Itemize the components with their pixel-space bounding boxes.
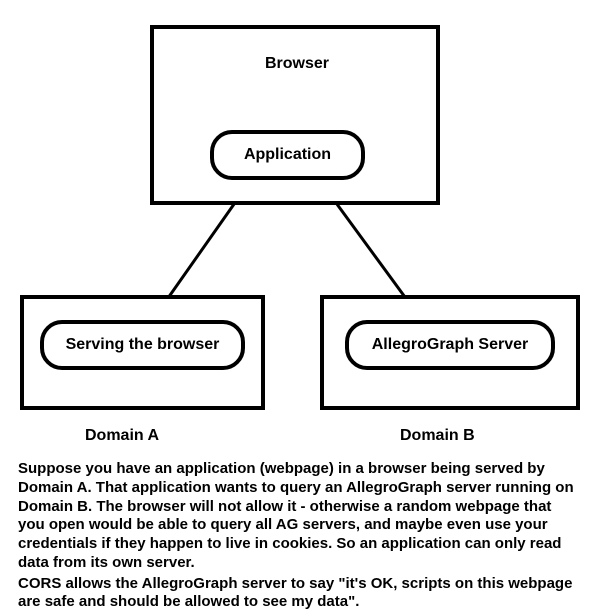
explanation-paragraph-2: CORS allows the AllegroGraph server to s… <box>18 575 578 613</box>
allegrograph-pill: AllegroGraph Server <box>345 320 555 370</box>
explanation-text: Suppose you have an application (webpage… <box>18 460 578 614</box>
domain-a-label: Domain A <box>85 427 159 445</box>
serving-label: Serving the browser <box>66 336 220 354</box>
domain-b-label: Domain B <box>400 427 475 445</box>
browser-label: Browser <box>265 55 329 73</box>
application-pill: Application <box>210 130 365 180</box>
explanation-paragraph-1: Suppose you have an application (webpage… <box>18 460 578 573</box>
application-label: Application <box>244 146 331 164</box>
allegrograph-label: AllegroGraph Server <box>372 336 529 354</box>
serving-pill: Serving the browser <box>40 320 245 370</box>
